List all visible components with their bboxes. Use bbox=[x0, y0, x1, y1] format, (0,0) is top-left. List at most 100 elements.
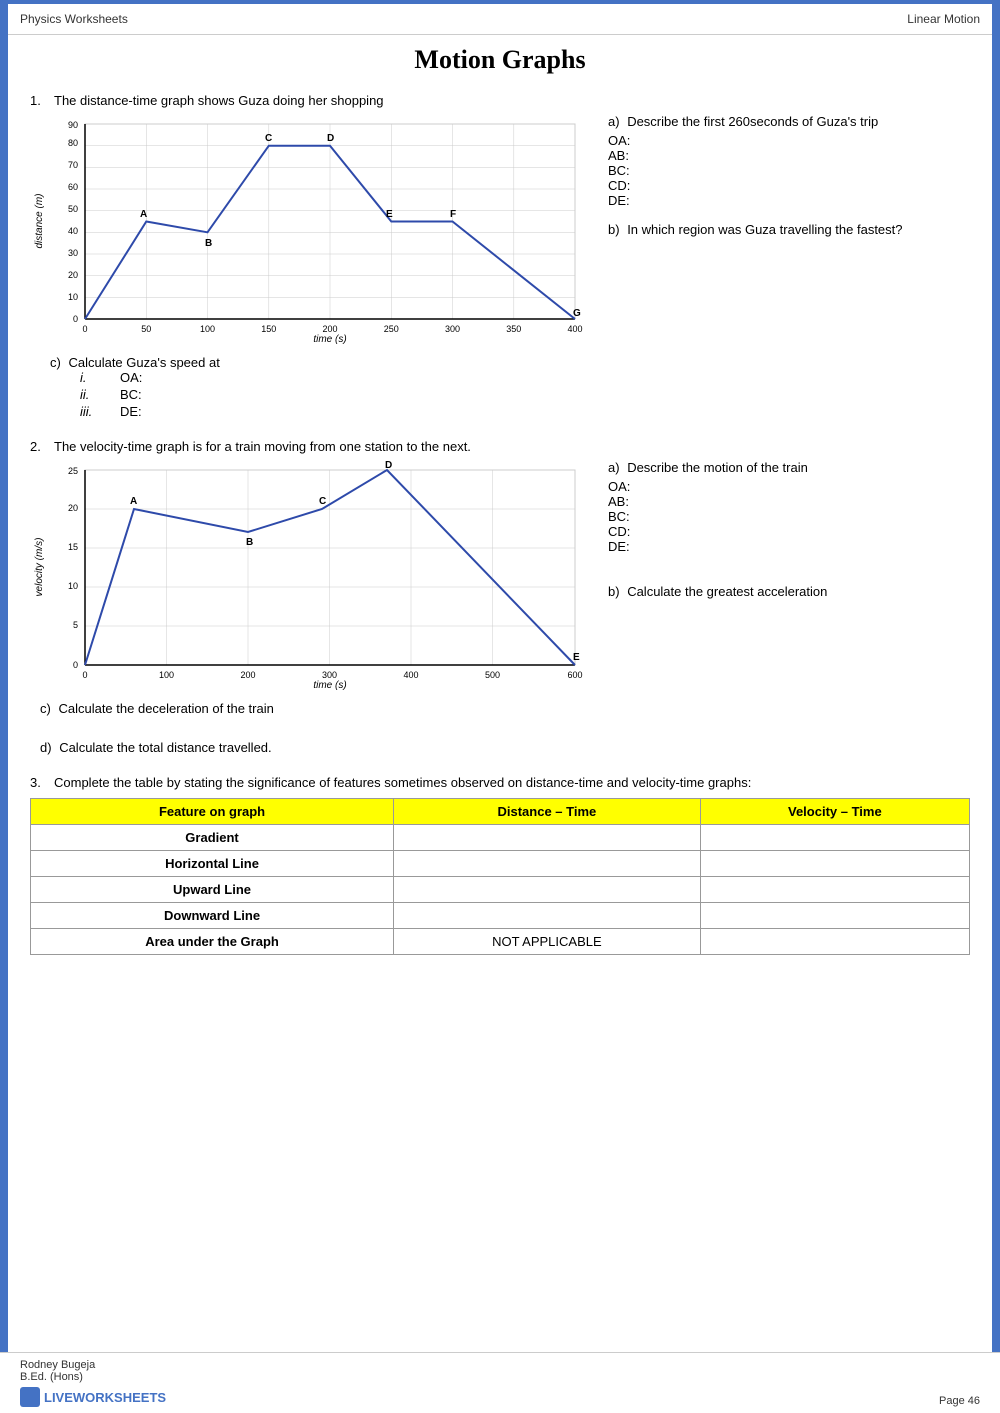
q1-c-i: i. OA: bbox=[80, 370, 970, 385]
svg-text:300: 300 bbox=[445, 324, 460, 334]
table-cell: Downward Line bbox=[31, 903, 394, 929]
q3-text: Complete the table by stating the signif… bbox=[54, 775, 751, 790]
svg-text:400: 400 bbox=[403, 670, 418, 680]
table-cell bbox=[700, 903, 969, 929]
svg-text:40: 40 bbox=[68, 226, 78, 236]
page-title: Motion Graphs bbox=[30, 45, 970, 75]
svg-text:G: G bbox=[573, 308, 581, 319]
svg-text:D: D bbox=[327, 133, 334, 144]
svg-text:C: C bbox=[265, 133, 272, 144]
svg-text:velocity (m/s): velocity (m/s) bbox=[34, 538, 45, 597]
q2-graph-container: 0 5 10 15 20 25 0 100 200 300 400 500 60… bbox=[30, 460, 590, 693]
q2-de: DE: bbox=[608, 539, 970, 554]
svg-text:25: 25 bbox=[68, 466, 78, 476]
svg-text:50: 50 bbox=[68, 204, 78, 214]
question-2: 2. The velocity-time graph is for a trai… bbox=[30, 439, 970, 755]
svg-text:150: 150 bbox=[261, 324, 276, 334]
question-3-header: 3. Complete the table by stating the sig… bbox=[30, 775, 970, 790]
table-cell: Gradient bbox=[31, 825, 394, 851]
question-1: 1. The distance-time graph shows Guza do… bbox=[30, 93, 970, 419]
svg-text:0: 0 bbox=[82, 670, 87, 680]
svg-text:100: 100 bbox=[200, 324, 215, 334]
svg-text:90: 90 bbox=[68, 120, 78, 130]
q1-right-panel: a) Describe the first 260seconds of Guza… bbox=[600, 114, 970, 237]
q2-bc: BC: bbox=[608, 509, 970, 524]
footer-page: Page 46 bbox=[939, 1395, 980, 1407]
table-cell bbox=[700, 929, 969, 955]
svg-text:10: 10 bbox=[68, 292, 78, 302]
svg-text:50: 50 bbox=[141, 324, 151, 334]
svg-text:200: 200 bbox=[240, 670, 255, 680]
svg-text:E: E bbox=[386, 209, 393, 220]
header-right: Linear Motion bbox=[907, 12, 980, 26]
svg-text:distance (m): distance (m) bbox=[34, 193, 45, 248]
svg-text:C: C bbox=[319, 496, 326, 507]
q2-part-a-label: a) Describe the motion of the train bbox=[608, 460, 970, 475]
svg-text:500: 500 bbox=[485, 670, 500, 680]
svg-text:200: 200 bbox=[322, 324, 337, 334]
question-3: 3. Complete the table by stating the sig… bbox=[30, 775, 970, 955]
q3-table: Feature on graph Distance – Time Velocit… bbox=[30, 798, 970, 955]
table-cell bbox=[394, 877, 701, 903]
svg-text:0: 0 bbox=[82, 324, 87, 334]
liveworksheets-brand: LIVEWORKSHEETS bbox=[20, 1387, 166, 1407]
table-cell bbox=[394, 825, 701, 851]
q1-oa: OA: bbox=[608, 133, 970, 148]
header-left: Physics Worksheets bbox=[20, 12, 128, 26]
svg-text:D: D bbox=[385, 460, 392, 471]
q2-cd: CD: bbox=[608, 524, 970, 539]
svg-text:80: 80 bbox=[68, 138, 78, 148]
q2-part-b: b) Calculate the greatest acceleration bbox=[608, 584, 970, 599]
table-header-distance-time: Distance – Time bbox=[394, 799, 701, 825]
q1-c-iii: iii. DE: bbox=[80, 404, 970, 419]
q2-num: 2. bbox=[30, 439, 48, 454]
question-2-header: 2. The velocity-time graph is for a trai… bbox=[30, 439, 970, 454]
svg-text:350: 350 bbox=[506, 324, 521, 334]
q2-part-a-lines: OA: AB: BC: CD: DE: bbox=[608, 479, 970, 554]
svg-text:time (s): time (s) bbox=[313, 334, 346, 344]
q1-de: DE: bbox=[608, 193, 970, 208]
svg-text:400: 400 bbox=[567, 324, 582, 334]
svg-text:B: B bbox=[205, 238, 212, 249]
svg-text:0: 0 bbox=[73, 660, 78, 670]
q2-part-d: d) Calculate the total distance travelle… bbox=[40, 740, 970, 755]
svg-text:300: 300 bbox=[322, 670, 337, 680]
svg-text:100: 100 bbox=[159, 670, 174, 680]
svg-text:30: 30 bbox=[68, 248, 78, 258]
q1-graph-container: 0 10 20 30 40 50 60 70 80 90 0 50 100 15… bbox=[30, 114, 590, 347]
q2-graph-row: 0 5 10 15 20 25 0 100 200 300 400 500 60… bbox=[30, 460, 970, 693]
table-cell bbox=[700, 851, 969, 877]
lw-icon bbox=[20, 1387, 40, 1407]
q1-text: The distance-time graph shows Guza doing… bbox=[54, 93, 384, 108]
q1-part-a-label: a) Describe the first 260seconds of Guza… bbox=[608, 114, 970, 129]
q1-ab: AB: bbox=[608, 148, 970, 163]
footer-author: Rodney Bugeja B.Ed. (Hons) LIVEWORKSHEET… bbox=[20, 1359, 166, 1407]
right-accent-bar bbox=[992, 0, 1000, 1413]
svg-text:time (s): time (s) bbox=[313, 680, 346, 690]
q2-text: The velocity-time graph is for a train m… bbox=[54, 439, 471, 454]
q1-bc: BC: bbox=[608, 163, 970, 178]
svg-text:B: B bbox=[246, 537, 253, 548]
table-cell: Upward Line bbox=[31, 877, 394, 903]
q2-right-panel: a) Describe the motion of the train OA: … bbox=[600, 460, 970, 599]
q2-oa: OA: bbox=[608, 479, 970, 494]
table-cell: Area under the Graph bbox=[31, 929, 394, 955]
svg-text:E: E bbox=[573, 652, 580, 663]
q2-ab: AB: bbox=[608, 494, 970, 509]
q2-sub: c) Calculate the deceleration of the tra… bbox=[40, 701, 970, 755]
svg-text:5: 5 bbox=[73, 620, 78, 630]
table-cell bbox=[700, 877, 969, 903]
q1-num: 1. bbox=[30, 93, 48, 108]
svg-text:F: F bbox=[450, 209, 456, 220]
q1-cd: CD: bbox=[608, 178, 970, 193]
page-footer: Rodney Bugeja B.Ed. (Hons) LIVEWORKSHEET… bbox=[0, 1352, 1000, 1413]
q1-part-a-lines: OA: AB: BC: CD: DE: bbox=[608, 133, 970, 208]
svg-text:15: 15 bbox=[68, 542, 78, 552]
svg-text:A: A bbox=[130, 496, 137, 507]
table-cell bbox=[394, 903, 701, 929]
q1-part-b: b) In which region was Guza travelling t… bbox=[608, 222, 970, 237]
table-header-velocity-time: Velocity – Time bbox=[700, 799, 969, 825]
table-cell bbox=[394, 851, 701, 877]
table-header-feature: Feature on graph bbox=[31, 799, 394, 825]
q1-part-c-label: c) Calculate Guza's speed at bbox=[50, 355, 970, 370]
